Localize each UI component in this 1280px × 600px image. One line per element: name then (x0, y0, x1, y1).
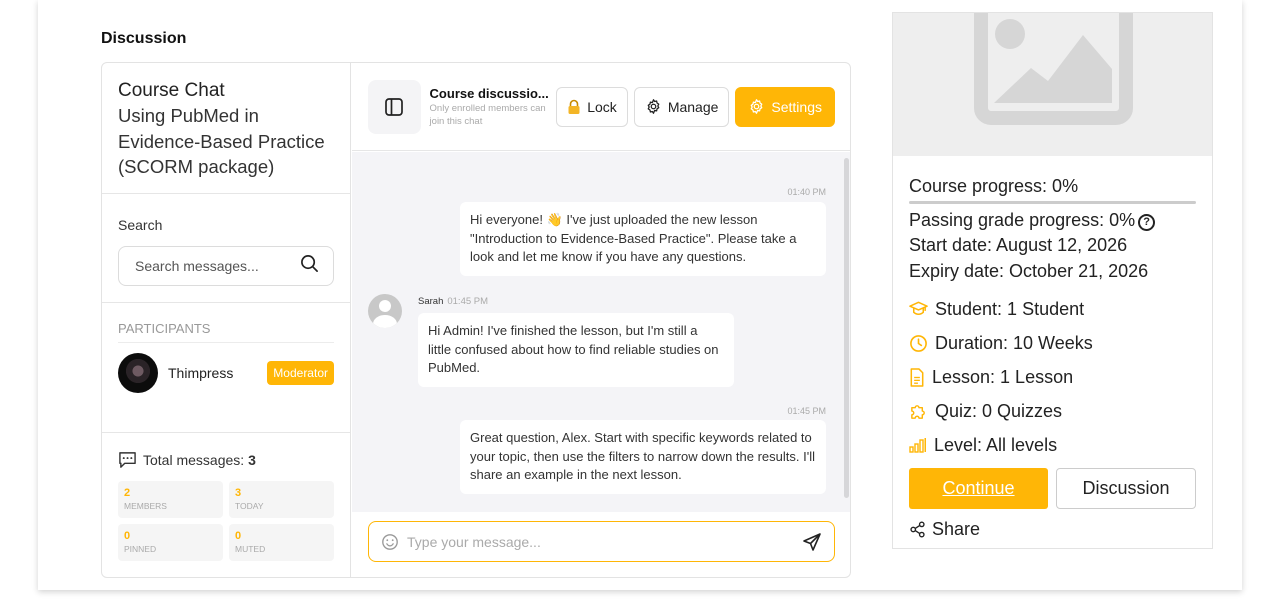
share-link[interactable]: Share (909, 519, 1196, 540)
message-bubble: Hi everyone! 👋 I've just uploaded the ne… (460, 202, 826, 276)
discussion-button[interactable]: Discussion (1056, 468, 1196, 509)
manage-label: Manage (667, 98, 719, 115)
stat-label: PINNED (124, 544, 157, 554)
stat-value: 2 (124, 487, 131, 499)
help-icon[interactable]: ? (1138, 213, 1156, 231)
meta-duration: Duration: 10 Weeks (909, 326, 1196, 360)
course-progress: Course progress: 0% (909, 176, 1079, 196)
message-time: 01:45 PM (787, 406, 826, 416)
send-icon[interactable] (802, 532, 822, 552)
chat-sidebar: Course Chat Using PubMed in Evidence-Bas… (102, 63, 351, 577)
chat-subtitle: Only enrolled members can join this chat (429, 102, 546, 127)
lesson-count: Lesson: 1 Lesson (932, 366, 1074, 387)
passing-grade-row: Passing grade progress: 0%? (909, 208, 1196, 234)
stat-grid: 2 MEMBERS 3 TODAY 0 PINNED 0 MUTED (118, 481, 334, 561)
sidebar-toggle-icon (384, 97, 404, 117)
message-scrollbar[interactable] (844, 158, 849, 498)
progress-bar (909, 200, 1196, 204)
clock-icon (909, 334, 935, 353)
manage-button[interactable]: Manage (633, 86, 730, 127)
course-chat-label: Course Chat (118, 80, 225, 101)
stat-value: 0 (124, 530, 131, 542)
search-input[interactable] (135, 258, 285, 274)
participants-section: PARTICIPANTS Thimpress Moderator (102, 303, 350, 433)
section-title: Discussion (101, 30, 187, 47)
stat-label: MUTED (235, 544, 266, 554)
lock-label: Lock (587, 98, 617, 115)
chat-main: Course discussio... Only enrolled member… (352, 63, 850, 577)
stat-muted: 0 MUTED (229, 524, 334, 561)
lock-icon (567, 99, 581, 115)
graduation-cap-icon (909, 300, 935, 318)
share-icon (909, 521, 932, 538)
chat-title: Course discussio... (429, 85, 549, 101)
course-name: Using PubMed in Evidence-Based Practice … (118, 105, 325, 177)
course-header: Course Chat Using PubMed in Evidence-Bas… (102, 63, 350, 194)
meta-student: Student: 1 Student (909, 292, 1196, 326)
stat-pinned: 0 PINNED (118, 524, 223, 561)
course-actions: Continue Discussion (909, 468, 1196, 509)
message-bubble: Great question, Alex. Start with specifi… (460, 420, 826, 494)
message-list[interactable]: 01:40 PM Hi everyone! 👋 I've just upload… (352, 152, 850, 512)
expiry-date: Expiry date: October 21, 2026 (909, 260, 1149, 281)
moderator-badge: Moderator (267, 361, 334, 385)
meta-quiz: Quiz: 0 Quizzes (909, 394, 1196, 428)
meta-lesson: Lesson: 1 Lesson (909, 360, 1196, 394)
stat-label: TODAY (235, 501, 264, 511)
total-messages: Total messages: 3 (118, 451, 334, 469)
stat-value: 3 (235, 487, 242, 499)
message-input[interactable] (407, 533, 802, 550)
emoji-icon[interactable] (381, 533, 399, 551)
chat-title-block: Course discussio... Only enrolled member… (430, 86, 551, 128)
chat-header: Course discussio... Only enrolled member… (352, 63, 850, 151)
course-info-card: Course progress: 0% Passing grade progre… (892, 12, 1213, 549)
sidebar-toggle-button[interactable] (368, 79, 421, 134)
stat-value: 0 (235, 530, 242, 542)
search-icon[interactable] (300, 254, 319, 278)
total-messages-count: 3 (248, 452, 256, 468)
chat-icon (118, 451, 137, 469)
student-count: Student: 1 Student (935, 298, 1085, 319)
avatar (118, 353, 158, 393)
start-date: Start date: August 12, 2026 (909, 235, 1128, 255)
quiz-count: Quiz: 0 Quizzes (935, 400, 1063, 421)
course-info-body: Course progress: 0% Passing grade progre… (893, 156, 1212, 540)
share-label: Share (932, 519, 981, 539)
participants-label: PARTICIPANTS (118, 321, 334, 343)
image-placeholder-icon (893, 13, 1212, 156)
course-thumbnail (893, 13, 1212, 156)
message-time: 01:40 PM (787, 187, 826, 197)
gear-icon (748, 98, 765, 115)
settings-label: Settings (771, 98, 822, 115)
search-section: Search (102, 194, 350, 303)
puzzle-icon (909, 402, 935, 421)
passing-grade-progress: Passing grade progress: 0% (909, 209, 1136, 230)
lock-button[interactable]: Lock (556, 86, 628, 127)
bar-chart-icon (909, 437, 934, 453)
stats-section: Total messages: 3 2 MEMBERS 3 TODAY 0 PI… (102, 433, 350, 561)
participant-name: Thimpress (168, 365, 234, 381)
total-messages-label: Total messages: (143, 452, 245, 468)
continue-button[interactable]: Continue (909, 468, 1048, 509)
course-meta-list: Student: 1 Student Duration: 10 Weeks Le… (909, 292, 1196, 462)
avatar (368, 294, 402, 328)
sender-name: Sarah (418, 296, 444, 307)
search-label: Search (118, 217, 163, 233)
message-composer (368, 521, 835, 562)
gear-icon (645, 98, 662, 115)
meta-level: Level: All levels (909, 428, 1196, 462)
message-bubble: Hi Admin! I've finished the lesson, but … (418, 313, 734, 387)
search-box (118, 246, 334, 286)
level: Level: All levels (934, 434, 1058, 455)
stat-label: MEMBERS (124, 501, 167, 511)
document-icon (909, 367, 932, 387)
stat-today: 3 TODAY (229, 481, 334, 518)
message-time: 01:45 PM (447, 296, 489, 307)
chat-card: Course Chat Using PubMed in Evidence-Bas… (101, 62, 851, 578)
participant-item[interactable]: Thimpress Moderator (118, 353, 334, 393)
stat-members: 2 MEMBERS (118, 481, 223, 518)
settings-button[interactable]: Settings (735, 86, 835, 127)
duration: Duration: 10 Weeks (935, 332, 1093, 353)
message-sender: Sarah 01:45 PM (418, 296, 488, 307)
